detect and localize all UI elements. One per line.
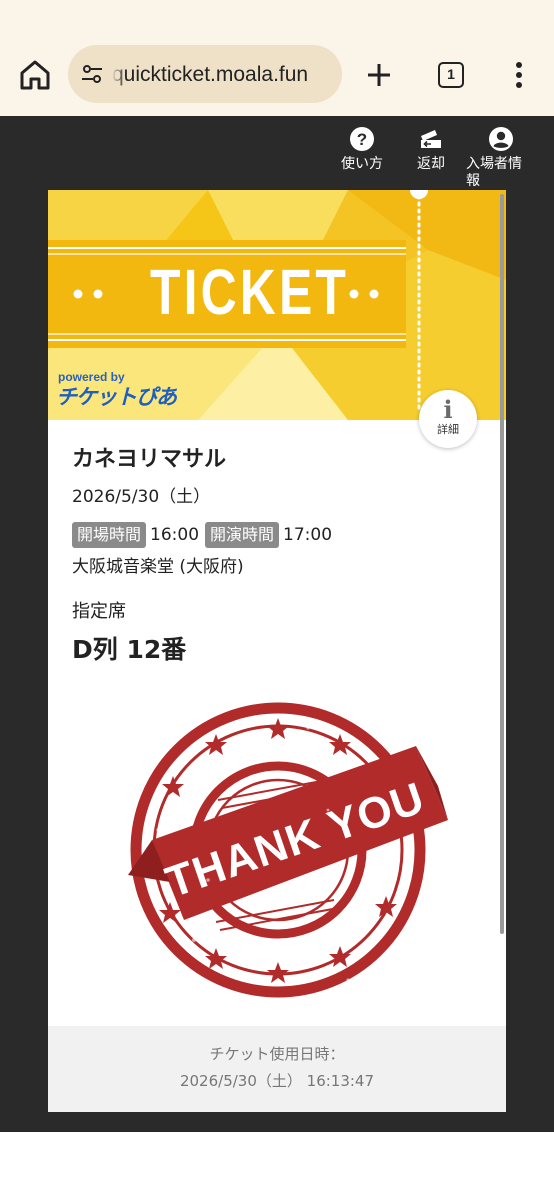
- usage-info: チケット使用日時： 2026/5/30（土） 16:13:47: [48, 1026, 506, 1112]
- visitor-info-label-line2: 報: [466, 173, 480, 189]
- help-icon: ?: [350, 127, 374, 151]
- event-date: 2026/5/30（土）: [72, 487, 211, 507]
- powered-by-logo: powered by チケットぴあ: [56, 370, 177, 410]
- info-icon: i: [443, 395, 453, 424]
- ticket-app: ? 使い方 返却 入場者情 報 TICKET powered by チケットぴあ…: [0, 116, 554, 1132]
- used-timestamp: 2026/5/30（土） 16:13:47: [179, 1072, 375, 1090]
- more-menu-icon[interactable]: [506, 58, 532, 92]
- event-times: 開場時間 16:00 開演時間 17:00: [72, 520, 472, 550]
- svg-text:?: ?: [357, 130, 367, 149]
- return-button[interactable]: 返却: [406, 126, 456, 173]
- address-bar[interactable]: quickticket.moala.fun: [68, 45, 342, 103]
- ticket-card: TICKET powered by チケットぴあ i 詳細 カネヨリマサル 20…: [48, 190, 506, 1112]
- new-tab-icon[interactable]: [364, 60, 394, 90]
- visitor-info-label: 入場者情 報: [462, 156, 540, 190]
- perforation-line: [417, 194, 421, 412]
- banner-title: TICKET: [150, 256, 349, 328]
- account-circle-icon: [489, 127, 513, 151]
- start-time-badge: 開演時間: [205, 522, 280, 548]
- help-button[interactable]: ? 使い方: [334, 126, 390, 173]
- home-icon[interactable]: [18, 58, 52, 92]
- scrollbar[interactable]: [500, 194, 504, 934]
- return-label: 返却: [417, 156, 445, 172]
- help-label: 使い方: [341, 156, 383, 172]
- seat-number: D列 12番: [72, 635, 187, 664]
- used-label: チケット使用日時：: [209, 1045, 345, 1063]
- perforation-notch: [410, 190, 428, 199]
- brand-logo: チケットぴあ: [56, 385, 177, 409]
- detail-label: 詳細: [437, 423, 459, 436]
- artist-name: カネヨリマサル: [72, 447, 227, 472]
- seat-type: 指定席: [72, 601, 126, 622]
- start-time: 17:00: [283, 525, 333, 545]
- browser-toolbar: quickticket.moala.fun 1: [0, 0, 554, 116]
- tab-switcher-button[interactable]: 1: [438, 62, 464, 88]
- venue: 大阪城音楽堂 (大阪府): [72, 557, 244, 577]
- ticket-info: カネヨリマサル 2026/5/30（土） 開場時間 16:00 開演時間 17:00 …: [72, 444, 472, 668]
- visitor-info-label-line1: 入場者情: [466, 156, 522, 172]
- open-time-badge: 開場時間: [72, 522, 147, 548]
- powered-by-text: powered by: [58, 370, 125, 384]
- url-text[interactable]: quickticket.moala.fun: [112, 61, 338, 89]
- ticket-return-icon: [421, 130, 441, 148]
- url-fade: [112, 57, 126, 91]
- thank-you-stamp: THANK YOU: [128, 702, 448, 998]
- ticket-banner: TICKET powered by チケットぴあ: [48, 190, 506, 420]
- site-settings-icon[interactable]: [80, 62, 104, 86]
- open-time: 16:00: [150, 525, 200, 545]
- detail-button[interactable]: i 詳細: [419, 390, 477, 448]
- visitor-info-button[interactable]: 入場者情 報: [462, 126, 540, 190]
